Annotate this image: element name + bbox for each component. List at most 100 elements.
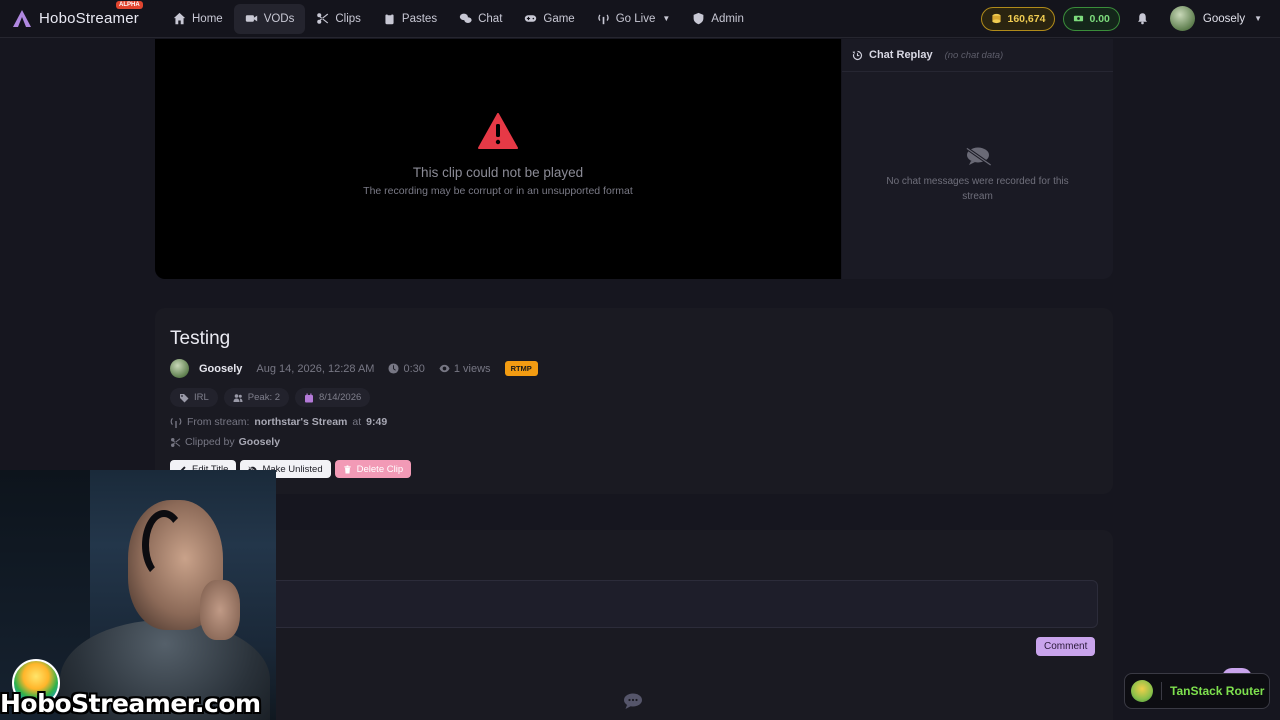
tag-peak-label: Peak: 2 [247, 392, 281, 403]
headphones-icon [142, 510, 186, 580]
shield-icon [693, 12, 704, 25]
cash-icon [1074, 15, 1084, 22]
player-error-subtitle: The recording may be corrupt or in an un… [363, 185, 633, 197]
from-stream-time: 9:49 [366, 416, 388, 428]
home-icon [173, 12, 186, 25]
author-avatar[interactable] [170, 359, 189, 378]
clipped-by-prefix: Clipped by [185, 436, 235, 448]
player-error-title: This clip could not be played [412, 165, 584, 180]
chevron-down-icon: ▼ [662, 14, 671, 23]
chat-icon [459, 13, 472, 23]
balance-pill[interactable]: 0.00 [1063, 6, 1120, 31]
gamepad-icon [525, 15, 537, 22]
nav-game-label: Game [543, 12, 575, 25]
comments-empty-state [623, 692, 643, 710]
comment-icon [624, 693, 642, 709]
broadcast-icon [170, 417, 182, 428]
top-navbar: HoboStreamer ALPHA Home VODs Clips Paste… [0, 0, 1280, 38]
brand-name: HoboStreamer [39, 10, 139, 27]
history-icon [852, 50, 863, 60]
coins-value: 160,674 [1007, 12, 1046, 25]
scissors-icon [171, 437, 181, 447]
nav-chat[interactable]: Chat [448, 4, 513, 34]
chat-replay-note: (no chat data) [944, 49, 1004, 61]
clip-tags: IRL Peak: 2 8/14/2026 [170, 388, 371, 407]
overlay-brand-text: HoboStreamer.com [0, 689, 261, 718]
clip-meta-row: Goosely Aug 14, 2026, 12:28 AM 0:30 1 vi… [170, 359, 538, 378]
notifications-button[interactable] [1128, 7, 1158, 31]
clip-duration-value: 0:30 [403, 362, 425, 375]
tag-date-label: 8/14/2026 [319, 392, 362, 403]
users-icon [233, 393, 243, 402]
nav-home-label: Home [192, 12, 223, 25]
trash-icon [343, 464, 351, 474]
tanstack-logo-icon [1131, 680, 1153, 702]
username: Goosely [1202, 12, 1246, 25]
coins-pill[interactable]: 160,674 [981, 6, 1056, 31]
delete-clip-label: Delete Clip [356, 463, 404, 475]
warning-icon [478, 113, 518, 149]
brand-logo[interactable]: HoboStreamer ALPHA [12, 0, 152, 29]
nav-admin[interactable]: Admin [681, 4, 755, 34]
nav-clips[interactable]: Clips [305, 4, 372, 34]
nav-vods-label: VODs [263, 12, 295, 25]
tent-icon [12, 9, 32, 29]
from-stream-prefix: From stream: [187, 416, 250, 428]
nav-game[interactable]: Game [513, 4, 585, 34]
nav-golive-label: Go Live [615, 12, 656, 25]
nav-admin-label: Admin [711, 12, 744, 25]
nav-right: 160,674 0.00 Goosely ▼ [981, 6, 1262, 31]
comment-button[interactable]: Comment [1036, 637, 1096, 656]
chat-replay-panel: Chat Replay (no chat data) No chat messa… [842, 39, 1113, 279]
nav-clips-label: Clips [335, 12, 361, 25]
eye-icon [439, 364, 450, 373]
clip-title: Testing [170, 328, 231, 349]
clip-author[interactable]: Goosely [199, 363, 242, 375]
tanstack-devtools-toggle[interactable]: TanStack Router [1124, 673, 1270, 709]
delete-clip-button[interactable]: Delete Clip [334, 460, 412, 478]
nav-golive[interactable]: Go Live ▼ [586, 4, 682, 34]
clip-views-value: 1 views [453, 362, 491, 375]
from-stream-at: at [352, 416, 362, 428]
clip-duration: 0:30 [388, 362, 425, 375]
chat-replay-title: Chat Replay [869, 49, 933, 61]
nav-home[interactable]: Home [162, 4, 234, 34]
user-menu[interactable]: Goosely ▼ [1169, 6, 1262, 31]
coins-icon [992, 13, 1002, 24]
clipped-by-user[interactable]: Goosely [239, 436, 280, 448]
video-player[interactable]: This clip could not be played The record… [155, 39, 841, 279]
nav-chat-label: Chat [478, 12, 503, 25]
nav-pastes[interactable]: Pastes [372, 4, 448, 34]
scissors-icon [317, 13, 329, 24]
tag-category-label: IRL [194, 392, 209, 403]
chat-replay-header: Chat Replay (no chat data) [842, 39, 1113, 72]
chat-empty-state: No chat messages were recorded for this … [842, 146, 1113, 204]
tag-icon [180, 393, 189, 402]
broadcast-icon [598, 14, 609, 25]
clip-date: Aug 14, 2026, 12:28 AM [256, 362, 375, 375]
protocol-badge: RTMP [504, 361, 538, 376]
comment-input[interactable] [170, 580, 1098, 628]
calendar-icon [305, 393, 314, 402]
webcam-person-hand [200, 580, 240, 640]
clip-info-card: Testing Goosely Aug 14, 2026, 12:28 AM 0… [155, 308, 1113, 494]
chat-empty-text: No chat messages were recorded for this … [886, 176, 1069, 202]
bell-icon [1138, 13, 1148, 25]
tag-peak: Peak: 2 [223, 388, 290, 407]
alpha-badge: ALPHA [116, 0, 143, 9]
from-stream-row: From stream: northstar's Stream at 9:49 [170, 416, 387, 428]
balance-value: 0.00 [1089, 12, 1110, 25]
divider [1161, 682, 1162, 700]
chevron-down-icon: ▼ [1254, 14, 1262, 23]
clip-views: 1 views [439, 363, 491, 375]
comment-slash-icon [964, 146, 991, 166]
tag-category[interactable]: IRL [170, 388, 218, 407]
avatar [1169, 6, 1195, 31]
nav-pastes-label: Pastes [401, 12, 438, 25]
paste-icon [385, 12, 394, 25]
main-nav: Home VODs Clips Pastes Chat Game Go Live… [162, 3, 755, 34]
comments-card: Comment [155, 530, 1113, 720]
from-stream-link[interactable]: northstar's Stream [254, 416, 347, 428]
tag-date: 8/14/2026 [295, 388, 371, 407]
nav-vods[interactable]: VODs [233, 3, 306, 34]
